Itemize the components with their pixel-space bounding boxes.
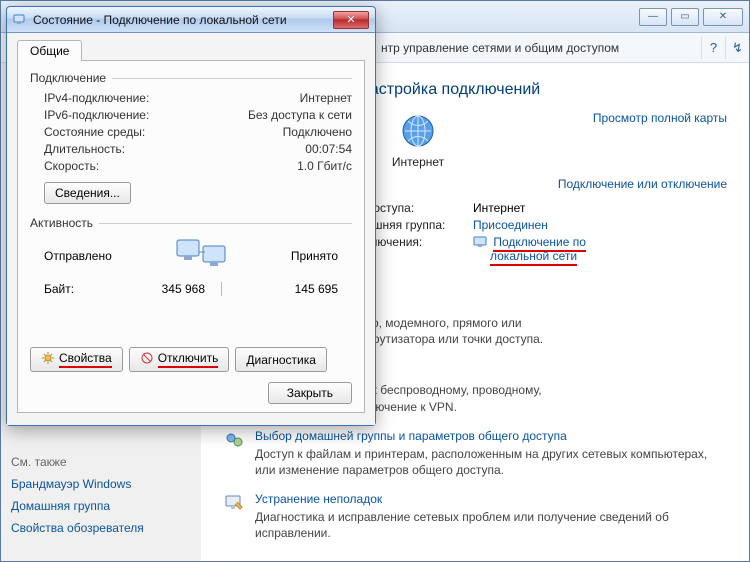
network-icon — [13, 13, 27, 27]
connection-name-line2: локальной сети — [490, 249, 577, 266]
gear-icon — [41, 351, 55, 365]
tab-content: Подключение IPv4-подключение:Интернет IP… — [17, 61, 365, 413]
tab-strip: Общие — [17, 39, 365, 61]
task-title: Устранение неполадок — [255, 492, 727, 506]
speed-value: 1.0 Гбит/с — [222, 159, 352, 173]
task-item[interactable]: Устранение неполадок Диагностика и испра… — [223, 492, 727, 541]
ipv6-label: IPv6-подключение: — [44, 108, 222, 122]
duration-label: Длительность: — [44, 142, 222, 156]
sent-label: Отправлено — [44, 249, 112, 263]
ie-properties-link[interactable]: Свойства обозревателя — [11, 521, 191, 535]
firewall-link[interactable]: Брандмауэр Windows — [11, 477, 191, 491]
task-desc: Доступ к файлам и принтерам, расположенн… — [255, 446, 727, 478]
dialog-titlebar[interactable]: Состояние - Подключение по локальной сет… — [7, 7, 375, 33]
disable-icon — [140, 351, 154, 365]
group-activity: Активность — [30, 216, 352, 230]
received-label: Принято — [291, 249, 338, 263]
close-button[interactable]: Закрыть — [268, 382, 352, 404]
troubleshoot-icon — [223, 492, 245, 514]
tab-general[interactable]: Общие — [17, 40, 82, 61]
media-state-value: Подключено — [222, 125, 352, 139]
ipv4-value: Интернет — [222, 91, 352, 105]
monitor-icon — [473, 236, 487, 248]
disable-button[interactable]: Отключить — [129, 347, 230, 372]
duration-value: 00:07:54 — [222, 142, 352, 156]
see-also-label: См. также — [11, 455, 191, 469]
ipv4-label: IPv4-подключение: — [44, 91, 222, 105]
connection-info: Тип доступа:Интернет Домашняя группа:При… — [343, 201, 727, 263]
access-type-value: Интернет — [473, 201, 525, 215]
properties-button[interactable]: Свойства — [30, 347, 123, 372]
connect-disconnect-link[interactable]: Подключение или отключение — [558, 177, 727, 191]
bytes-sent-value: 345 968 — [105, 282, 205, 296]
refresh-button[interactable]: ↯ — [725, 37, 749, 59]
ipv6-value: Без доступа к сети — [222, 108, 352, 122]
speed-label: Скорость: — [44, 159, 222, 173]
internet-label: Интернет — [383, 155, 453, 169]
globe-icon — [398, 111, 438, 151]
dialog-title: Состояние - Подключение по локальной сет… — [33, 13, 287, 27]
view-full-map-link[interactable]: Просмотр полной карты — [593, 111, 727, 125]
toolbar-title: нтр управление сетями и общим доступом — [381, 41, 619, 55]
details-button[interactable]: Сведения... — [44, 182, 131, 204]
homegroup-link[interactable]: Домашняя группа — [11, 499, 191, 513]
task-title: Выбор домашней группы и параметров общег… — [255, 429, 727, 443]
homegroup-icon — [223, 429, 245, 451]
connection-status-dialog: Состояние - Подключение по локальной сет… — [6, 6, 376, 426]
dialog-close-button[interactable]: ✕ — [333, 11, 369, 29]
computers-icon — [171, 236, 231, 276]
help-button[interactable]: ? — [701, 37, 725, 59]
internet-node[interactable]: Интернет — [383, 111, 453, 169]
close-window-button[interactable]: ✕ — [703, 8, 743, 26]
task-desc: Диагностика и исправление сетевых пробле… — [255, 509, 727, 541]
task-item[interactable]: Выбор домашней группы и параметров общег… — [223, 429, 727, 478]
group-connection: Подключение — [30, 71, 352, 85]
bytes-received-value: 145 695 — [238, 282, 338, 296]
media-state-label: Состояние среды: — [44, 125, 222, 139]
connection-link[interactable]: Подключение по локальной сети — [473, 235, 586, 263]
bytes-label: Байт: — [44, 282, 105, 296]
toolbar-right: ? ↯ — [701, 37, 749, 59]
minimize-button[interactable]: — — [639, 8, 667, 26]
maximize-button[interactable]: ▭ — [671, 8, 699, 26]
homegroup-value-link[interactable]: Присоединен — [473, 218, 548, 232]
diagnose-button[interactable]: Диагностика — [235, 347, 327, 372]
